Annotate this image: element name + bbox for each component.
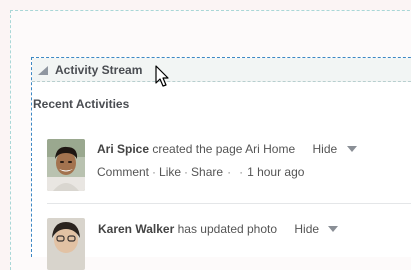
like-link[interactable]: Like — [159, 165, 181, 179]
section-heading: Recent Activities — [33, 97, 130, 111]
activity-body: Karen Walker has updated photo Hide — [98, 222, 411, 236]
avatar[interactable] — [47, 218, 85, 270]
activity-text: has updated photo — [177, 222, 278, 236]
portlet-header[interactable]: Activity Stream — [32, 58, 411, 82]
activity-body: Ari Spice created the page Ari Home Hide… — [97, 142, 411, 179]
hide-label: Hide — [312, 142, 338, 156]
user-link[interactable]: Karen Walker — [98, 222, 174, 236]
hide-button[interactable]: Hide — [294, 222, 339, 236]
avatar[interactable] — [47, 139, 85, 191]
activity-summary: Ari Spice created the page Ari Home Hide — [97, 142, 411, 156]
activity-item: Karen Walker has updated photo Hide — [47, 203, 411, 270]
activity-actions: Comment · Like · Share · · 1 hour ago — [97, 165, 411, 179]
separator-dot: · — [184, 165, 189, 179]
chevron-down-icon — [346, 146, 357, 152]
separator-dot: · — [239, 165, 244, 179]
timestamp: 1 hour ago — [247, 165, 305, 179]
share-link[interactable]: Share — [191, 165, 223, 179]
comment-link[interactable]: Comment — [97, 165, 149, 179]
user-link[interactable]: Ari Spice — [97, 142, 149, 156]
mouse-pointer-icon — [155, 65, 169, 87]
activity-summary: Karen Walker has updated photo Hide — [98, 222, 411, 236]
separator-dot: · — [227, 165, 232, 179]
chevron-down-icon — [328, 226, 339, 232]
activity-text: created the page Ari Home — [152, 142, 296, 156]
separator-dot: · — [152, 165, 157, 179]
hide-button[interactable]: Hide — [312, 142, 357, 156]
hide-label: Hide — [294, 222, 320, 236]
portlet-title: Activity Stream — [55, 63, 143, 77]
collapse-toggle-icon[interactable] — [38, 66, 48, 75]
